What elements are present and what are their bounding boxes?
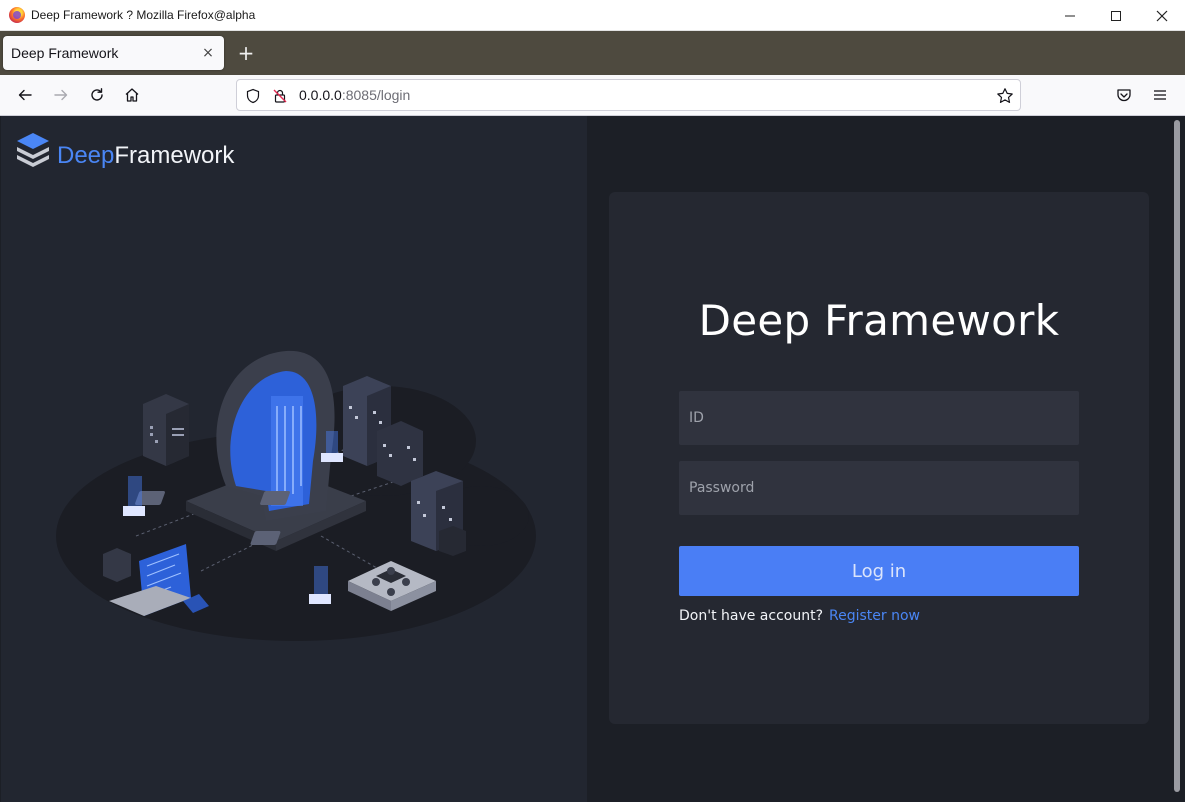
ai-network-illustration [56, 350, 536, 641]
close-icon [1156, 10, 1168, 21]
login-title: Deep Framework [698, 296, 1060, 345]
brand-name: DeepFramework [57, 142, 234, 170]
right-login-panel: Deep Framework Log in Don't have account… [587, 116, 1172, 802]
tab-close-button[interactable]: × [196, 45, 220, 61]
tab-strip: Deep Framework × + [0, 31, 1185, 75]
window-title: Deep Framework ? Mozilla Firefox@alpha [31, 8, 256, 22]
back-button[interactable] [11, 81, 39, 109]
insecure-lock-icon[interactable] [271, 87, 289, 105]
login-button[interactable]: Log in [679, 546, 1079, 596]
tab-deep-framework[interactable]: Deep Framework × [3, 36, 224, 70]
minimize-icon [1065, 15, 1075, 16]
brand-framework: Framework [114, 142, 235, 169]
brand-logo[interactable]: DeepFramework [15, 130, 234, 170]
window-titlebar: Deep Framework ? Mozilla Firefox@alpha [0, 0, 1185, 31]
arrow-right-icon [54, 89, 68, 101]
shield-icon[interactable] [244, 87, 262, 105]
page-content: DeepFramework Deep Framework ID Log in D… [0, 116, 1185, 802]
left-hero-panel: DeepFramework [1, 116, 587, 802]
app-menu-button[interactable] [1146, 81, 1174, 109]
arrow-left-icon [18, 89, 32, 101]
reload-button[interactable] [83, 81, 111, 109]
password-input[interactable] [679, 461, 1079, 515]
maximize-icon [1111, 10, 1121, 21]
pocket-button[interactable] [1110, 81, 1138, 109]
page-scrollbar-thumb[interactable] [1174, 120, 1180, 792]
id-input[interactable] [679, 391, 1079, 445]
stacked-layers-logo-icon [17, 133, 49, 167]
url-bar[interactable]: 0.0.0.0:8085/login [236, 79, 1021, 111]
new-tab-button[interactable]: + [234, 42, 258, 66]
login-card: Deep Framework Log in Don't have account… [609, 192, 1149, 724]
url-text[interactable]: 0.0.0.0:8085/login [299, 87, 410, 103]
url-path: :8085/login [341, 87, 411, 103]
reload-icon [91, 88, 103, 101]
tab-label: Deep Framework [11, 45, 119, 61]
pocket-icon [1117, 89, 1131, 102]
bookmark-star-icon[interactable] [996, 87, 1014, 105]
hamburger-menu-icon [1154, 90, 1166, 100]
home-icon [125, 88, 139, 102]
navigation-bar: 0.0.0.0:8085/login [0, 75, 1185, 116]
forward-button[interactable] [47, 81, 75, 109]
window-controls [1047, 0, 1185, 31]
register-prompt: Don't have account? Register now [679, 608, 920, 624]
minimize-button[interactable] [1047, 0, 1093, 31]
firefox-logo-icon [9, 7, 25, 23]
home-button[interactable] [118, 81, 146, 109]
register-link[interactable]: Register now [829, 608, 920, 624]
no-account-text: Don't have account? [679, 608, 824, 624]
url-host: 0.0.0.0 [299, 87, 342, 103]
brand-deep: Deep [57, 142, 115, 169]
maximize-button[interactable] [1093, 0, 1139, 31]
close-window-button[interactable] [1139, 0, 1185, 31]
